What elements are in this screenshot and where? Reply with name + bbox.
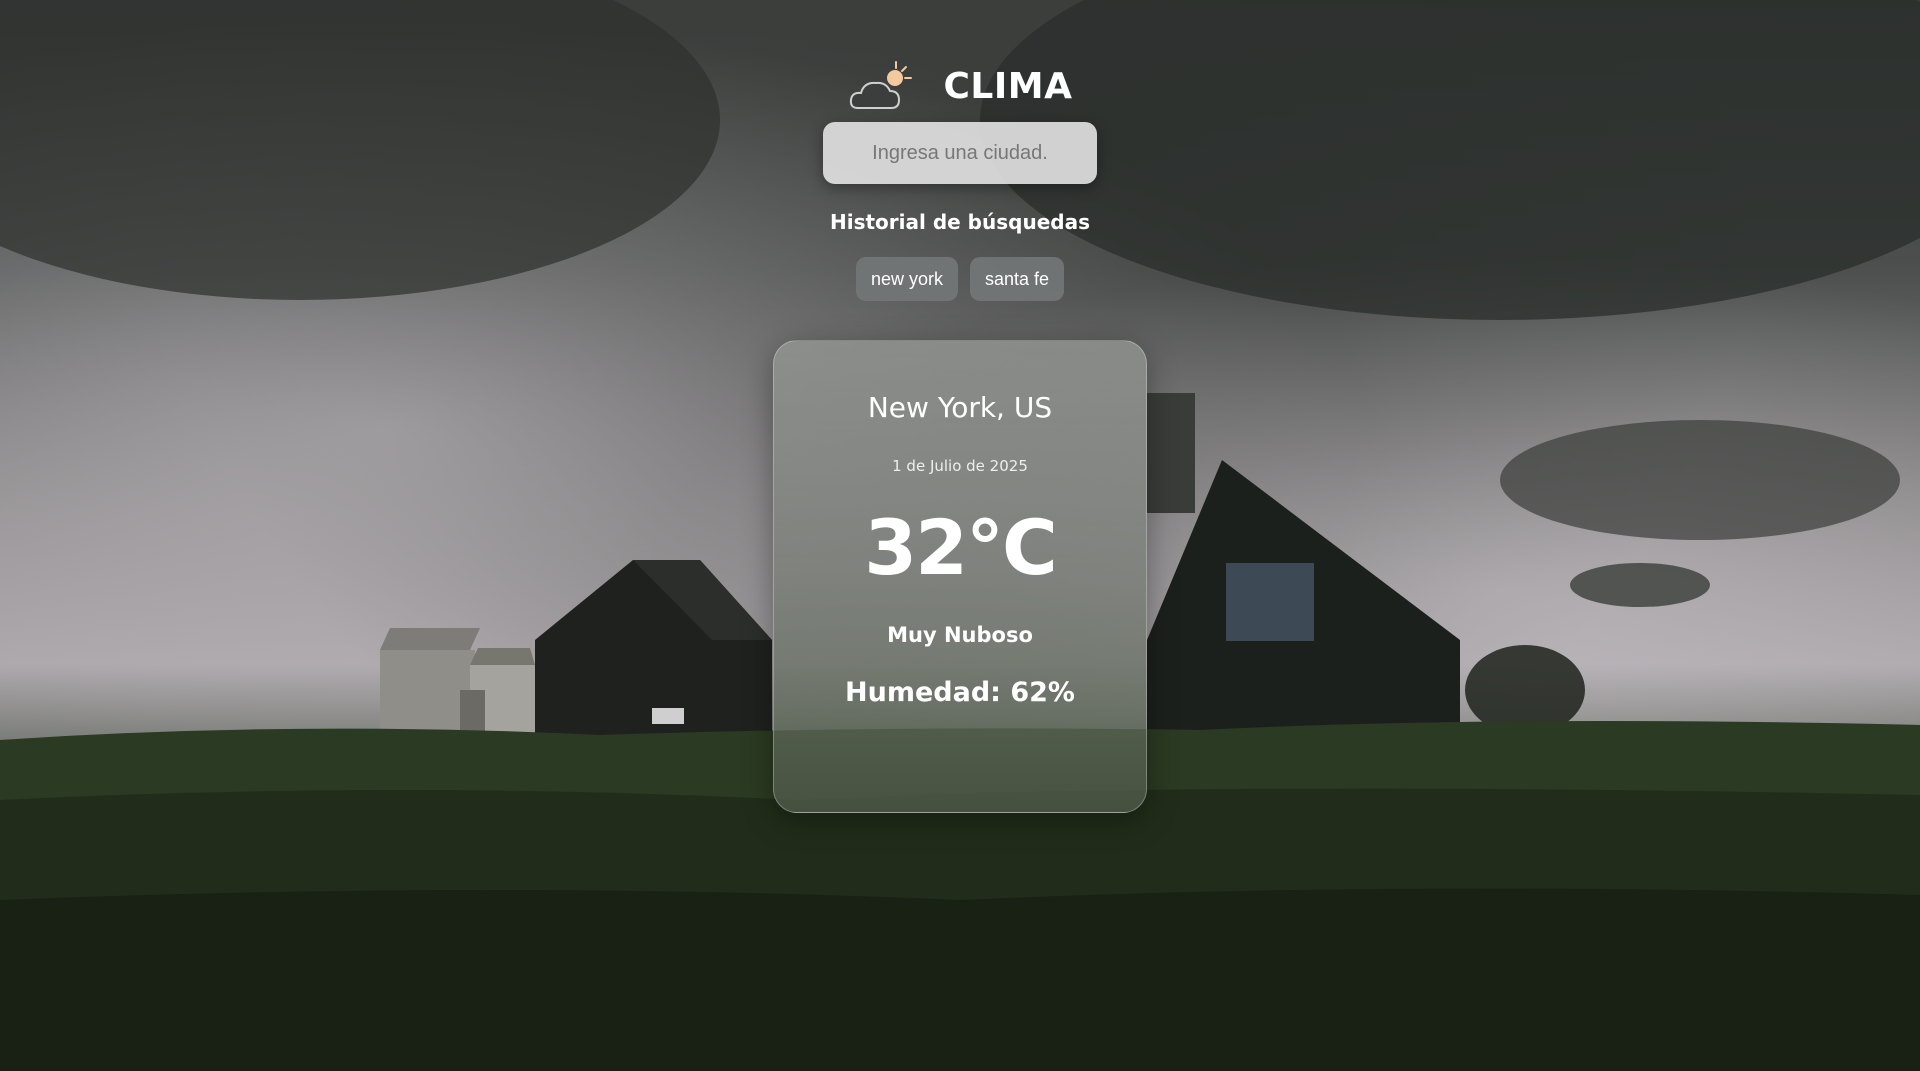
weather-description: Muy Nuboso xyxy=(887,623,1033,647)
weather-card: New York, US 1 de Julio de 2025 32°C Muy… xyxy=(773,340,1147,813)
history-item-santa-fe[interactable]: santa fe xyxy=(969,257,1065,301)
cloud-sun-icon xyxy=(849,61,912,109)
app-background: CLIMA Historial de búsquedas new york sa… xyxy=(0,0,1920,1071)
history-item-new-york[interactable]: new york xyxy=(855,257,958,301)
history-title: Historial de búsquedas xyxy=(830,210,1090,234)
weather-date: 1 de Julio de 2025 xyxy=(892,457,1028,475)
weather-city: New York, US xyxy=(867,391,1053,424)
app-header: CLIMA xyxy=(0,58,1920,114)
app-title: CLIMA xyxy=(943,65,1073,107)
weather-temperature: 32°C xyxy=(864,503,1058,592)
weather-humidity: Humedad: 62% xyxy=(845,677,1075,708)
city-search-input[interactable] xyxy=(823,122,1097,184)
history-list: new york santa fe xyxy=(0,257,1920,301)
